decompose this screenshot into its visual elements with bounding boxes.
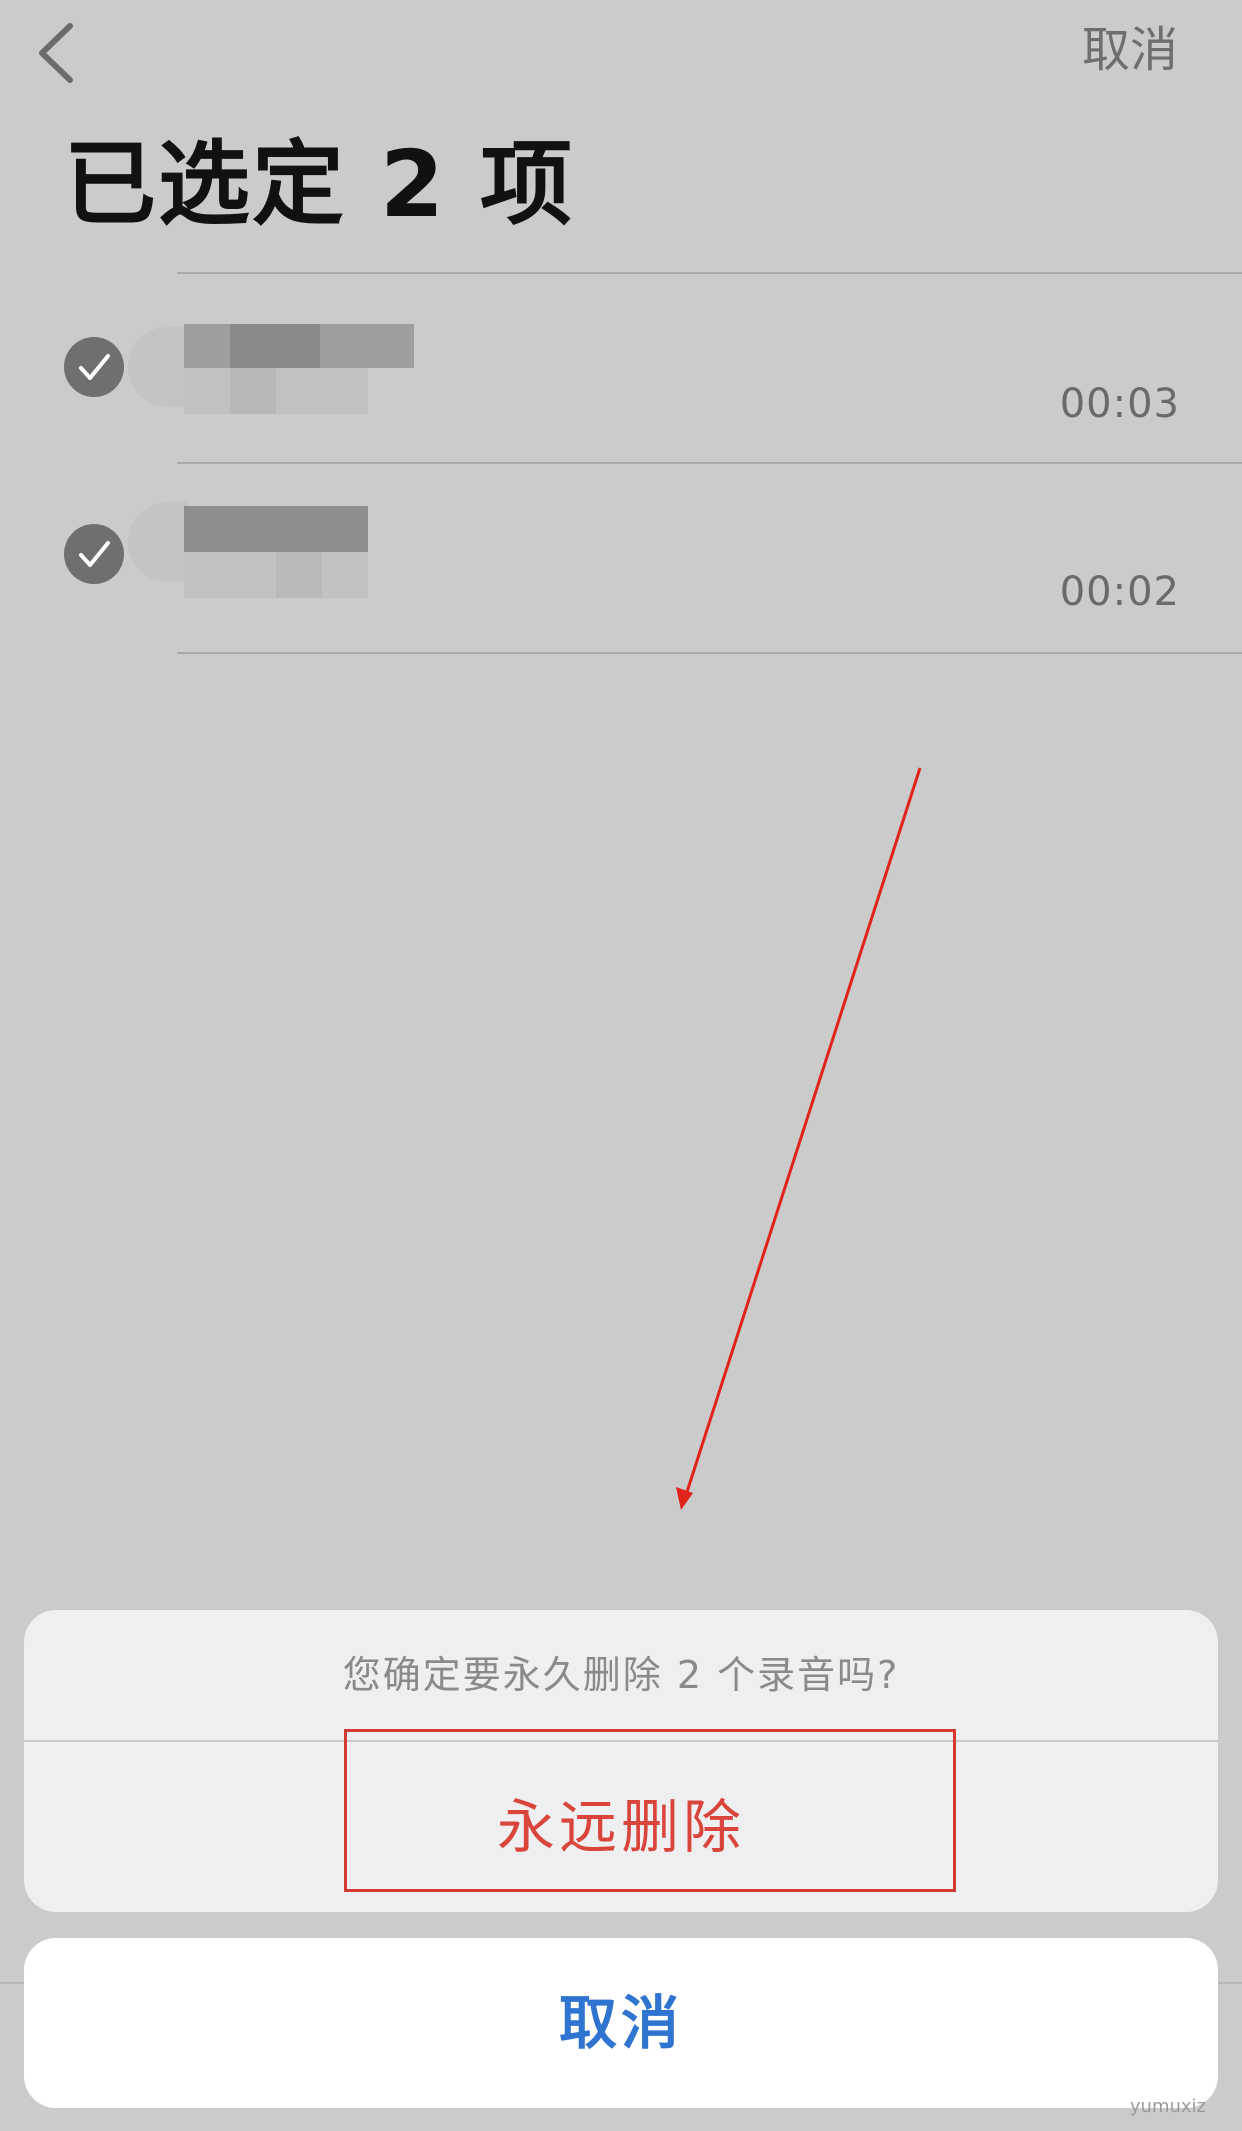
delete-confirmation-sheet: 您确定要永久删除 2 个录音吗? 永远删除	[24, 1610, 1218, 1912]
back-button[interactable]	[30, 18, 90, 88]
row-leading-shape	[128, 502, 188, 582]
page-title: 已选定 2 项	[64, 131, 575, 238]
sheet-cancel-button[interactable]: 取消	[24, 1938, 1218, 2108]
watermark: yumuxiz	[1129, 2096, 1206, 2117]
chevron-left-icon	[39, 23, 73, 83]
recording-duration: 00:03	[1059, 381, 1180, 427]
row-leading-shape	[128, 327, 188, 407]
delete-forever-button[interactable]: 永远删除	[24, 1742, 1218, 1912]
confirmation-message: 您确定要永久删除 2 个录音吗?	[342, 1653, 900, 1697]
selected-check-icon[interactable]	[64, 337, 124, 397]
recording-row[interactable]: 00:02	[0, 464, 1242, 654]
list-separator	[177, 652, 1242, 654]
selected-check-icon[interactable]	[64, 524, 124, 584]
recording-row[interactable]: 00:03	[0, 274, 1242, 464]
nav-cancel-button[interactable]: 取消	[1082, 22, 1178, 78]
recording-duration: 00:02	[1059, 569, 1180, 615]
